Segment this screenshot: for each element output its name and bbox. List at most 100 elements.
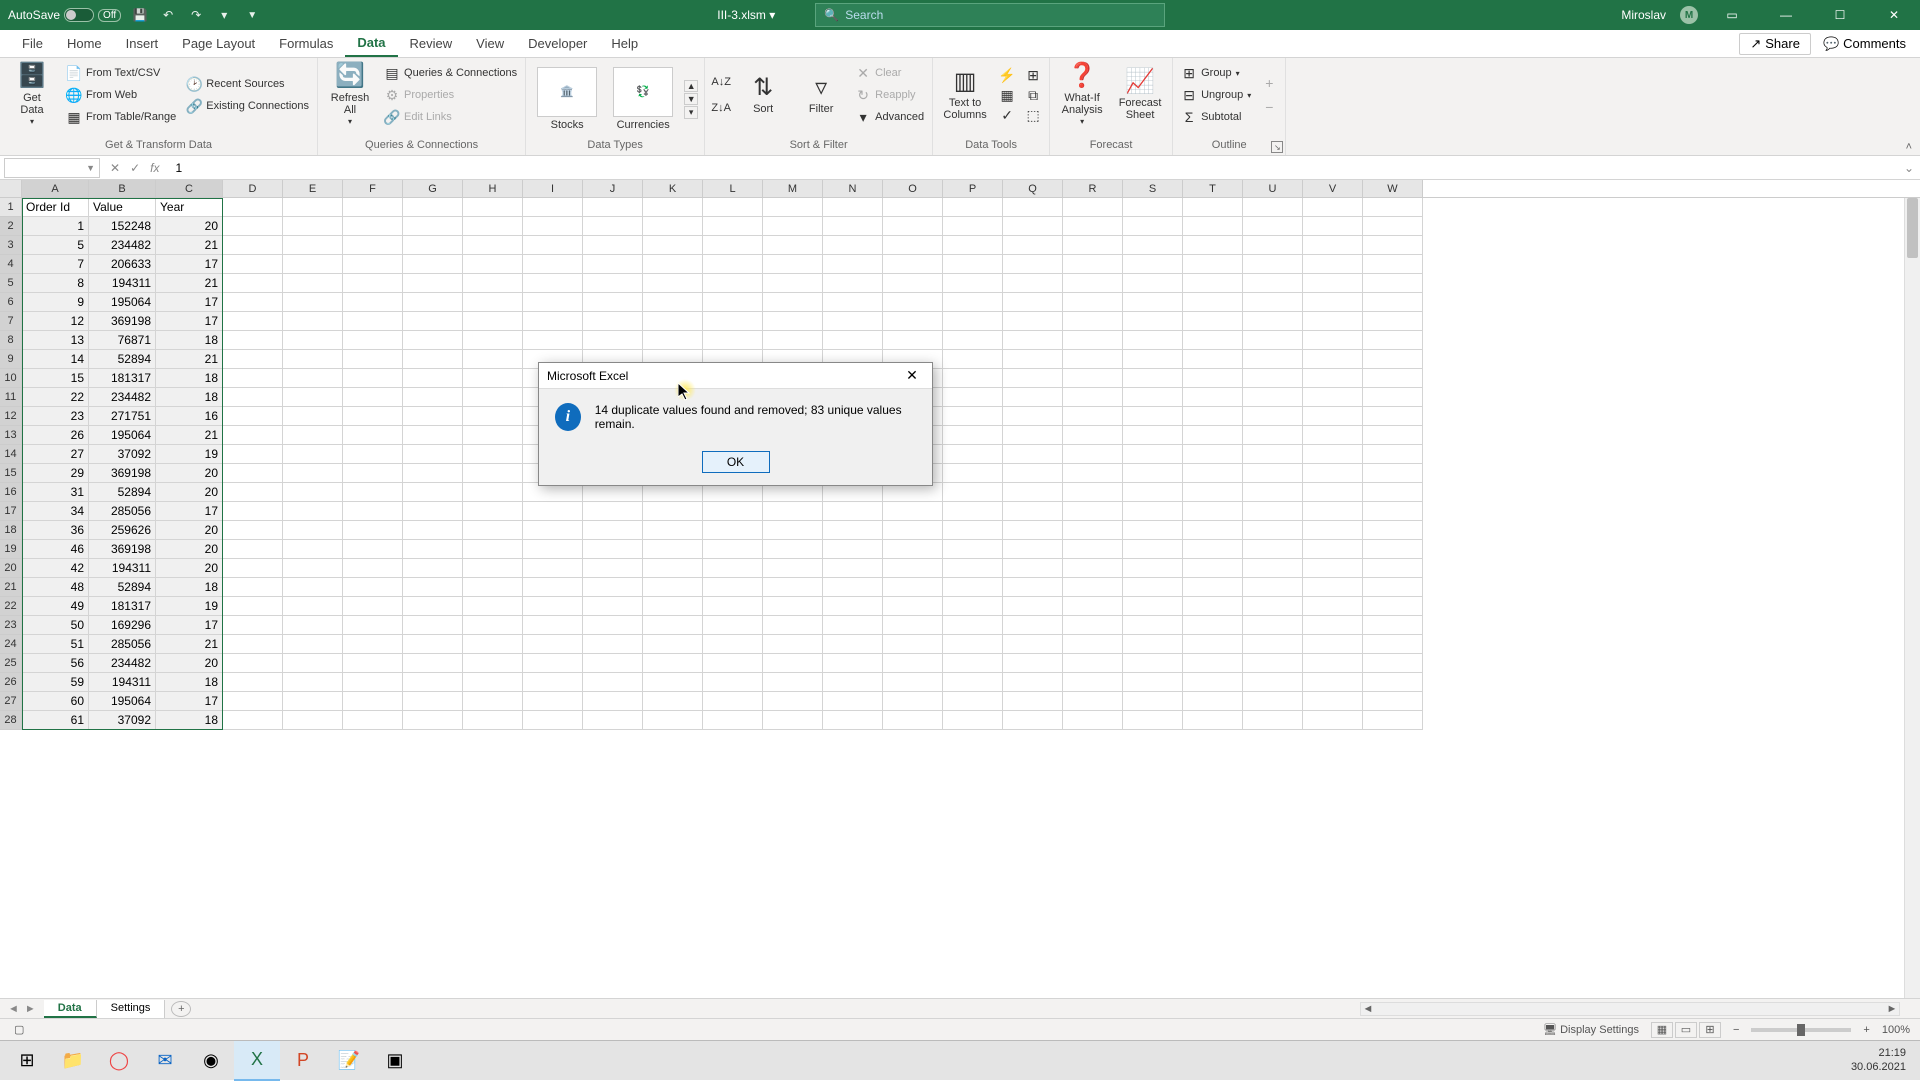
cell[interactable] (1063, 369, 1123, 388)
cell[interactable]: 17 (156, 502, 223, 521)
cell[interactable] (823, 255, 883, 274)
cell[interactable] (283, 217, 343, 236)
cell[interactable] (643, 559, 703, 578)
cell[interactable] (943, 597, 1003, 616)
cell[interactable] (1003, 578, 1063, 597)
cell[interactable] (643, 331, 703, 350)
cell[interactable] (1243, 312, 1303, 331)
cell[interactable] (1303, 502, 1363, 521)
row-header[interactable]: 4 (0, 255, 22, 274)
cell[interactable] (523, 578, 583, 597)
cell[interactable] (1183, 502, 1243, 521)
cell[interactable]: 61 (22, 711, 89, 730)
cell[interactable] (583, 331, 643, 350)
cell[interactable]: 21 (156, 350, 223, 369)
cell[interactable]: 285056 (89, 502, 156, 521)
cell[interactable] (523, 274, 583, 293)
cell[interactable] (283, 445, 343, 464)
cell[interactable] (1063, 236, 1123, 255)
cell[interactable]: 18 (156, 388, 223, 407)
cell[interactable] (1303, 483, 1363, 502)
cell[interactable] (703, 692, 763, 711)
cell[interactable] (223, 559, 283, 578)
cell[interactable]: 181317 (89, 597, 156, 616)
cell[interactable] (1303, 559, 1363, 578)
cell[interactable] (943, 312, 1003, 331)
column-header[interactable]: C (156, 180, 223, 197)
cell[interactable] (1003, 559, 1063, 578)
cell[interactable] (823, 331, 883, 350)
cell[interactable] (283, 711, 343, 730)
cell[interactable] (403, 635, 463, 654)
zoom-level[interactable]: 100% (1882, 1024, 1910, 1036)
cell[interactable]: 19 (156, 445, 223, 464)
cell[interactable] (703, 654, 763, 673)
cell[interactable] (763, 616, 823, 635)
cell[interactable] (1123, 312, 1183, 331)
row-header[interactable]: 8 (0, 331, 22, 350)
cell[interactable]: 271751 (89, 407, 156, 426)
cell[interactable] (1243, 616, 1303, 635)
cell[interactable]: 49 (22, 597, 89, 616)
ribbon-display-icon[interactable]: ▭ (1712, 0, 1752, 30)
cell[interactable] (1183, 654, 1243, 673)
cell[interactable] (463, 540, 523, 559)
from-text-csv-button[interactable]: 📄From Text/CSV (64, 64, 178, 82)
cell[interactable] (1183, 445, 1243, 464)
cell[interactable] (223, 616, 283, 635)
cell[interactable] (463, 635, 523, 654)
cell[interactable] (523, 521, 583, 540)
column-header[interactable]: F (343, 180, 403, 197)
cell[interactable] (1063, 350, 1123, 369)
cell[interactable] (1243, 369, 1303, 388)
sheet-prev-icon[interactable]: ◄ (8, 1003, 19, 1015)
qat-customize-icon[interactable]: ▼ (243, 6, 261, 24)
row-header[interactable]: 24 (0, 635, 22, 654)
cell[interactable] (643, 711, 703, 730)
cell[interactable] (1183, 369, 1243, 388)
cell[interactable] (883, 654, 943, 673)
cell[interactable] (1183, 464, 1243, 483)
cell[interactable] (223, 635, 283, 654)
cell[interactable] (403, 198, 463, 217)
fx-icon[interactable]: fx (150, 161, 159, 175)
cell[interactable] (463, 578, 523, 597)
cell[interactable] (823, 502, 883, 521)
cell[interactable]: 18 (156, 711, 223, 730)
cell[interactable]: 13 (22, 331, 89, 350)
cell[interactable]: 169296 (89, 616, 156, 635)
row-header[interactable]: 5 (0, 274, 22, 293)
cell[interactable] (763, 331, 823, 350)
cell[interactable] (883, 312, 943, 331)
relationships-button[interactable]: ⧉ (1023, 86, 1043, 104)
cell[interactable] (1183, 597, 1243, 616)
cell[interactable] (703, 236, 763, 255)
column-header[interactable]: A (22, 180, 89, 197)
cell[interactable] (1123, 692, 1183, 711)
cell[interactable] (1303, 407, 1363, 426)
cell[interactable] (883, 673, 943, 692)
tab-file[interactable]: File (10, 30, 55, 57)
cell[interactable] (643, 236, 703, 255)
cell[interactable] (1243, 692, 1303, 711)
cell[interactable] (1363, 635, 1423, 654)
cell[interactable] (643, 198, 703, 217)
column-header[interactable]: D (223, 180, 283, 197)
expand-formula-bar-icon[interactable]: ⌄ (1898, 161, 1920, 175)
cell[interactable] (1363, 540, 1423, 559)
row-header[interactable]: 27 (0, 692, 22, 711)
cell[interactable] (1063, 331, 1123, 350)
cell[interactable] (1243, 635, 1303, 654)
cell[interactable] (1123, 198, 1183, 217)
cell[interactable]: 12 (22, 312, 89, 331)
tab-view[interactable]: View (464, 30, 516, 57)
cell[interactable]: 20 (156, 464, 223, 483)
cell[interactable] (1243, 293, 1303, 312)
cell[interactable] (523, 654, 583, 673)
cell[interactable] (1063, 692, 1123, 711)
tab-data[interactable]: Data (345, 30, 397, 57)
cell[interactable] (1303, 426, 1363, 445)
column-header[interactable]: O (883, 180, 943, 197)
cell[interactable] (583, 521, 643, 540)
cell[interactable] (943, 331, 1003, 350)
